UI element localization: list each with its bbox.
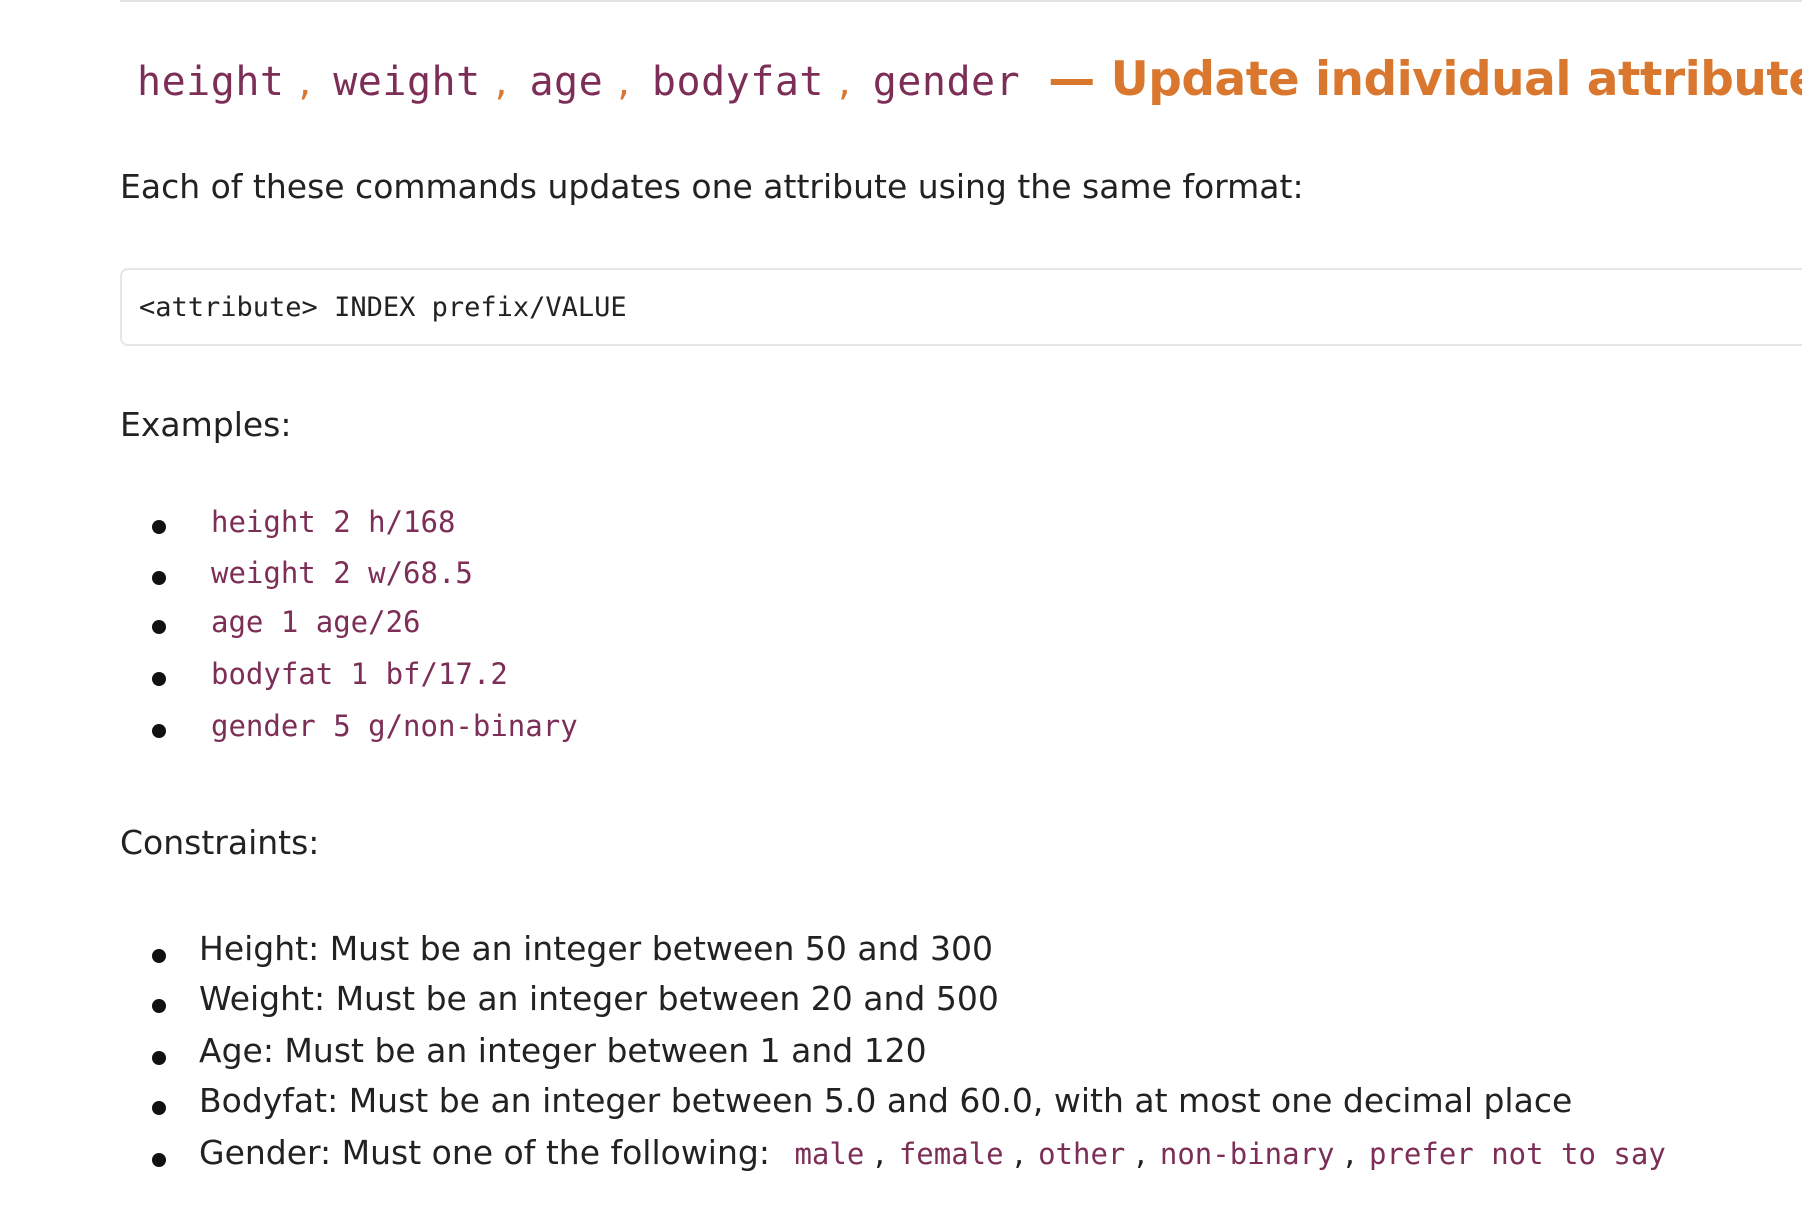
format-code-block: <attribute> INDEX prefix/VALUE	[120, 268, 1802, 346]
heading-command-weight: weight	[333, 59, 481, 105]
intro-paragraph: Each of these commands updates one attri…	[120, 167, 1304, 206]
gender-option: prefer not to say	[1369, 1137, 1666, 1171]
examples-label: Examples:	[120, 405, 292, 444]
bullet-icon	[152, 571, 166, 585]
bullet-icon	[152, 724, 166, 738]
bullet-icon	[152, 620, 166, 634]
example-code: gender 5 g/non-binary	[211, 709, 578, 743]
bullet-icon	[152, 999, 166, 1013]
bullet-icon	[152, 949, 166, 963]
gender-option: other	[1038, 1137, 1126, 1171]
heading-separator: ,	[494, 59, 508, 105]
section-heading: height , weight , age , bodyfat , gender…	[137, 52, 1802, 107]
heading-command-bodyfat: bodyfat	[651, 59, 824, 105]
heading-command-height: height	[137, 59, 285, 105]
gender-option: male	[794, 1137, 865, 1171]
heading-command-age: age	[529, 59, 604, 105]
constraint-height: Height: Must be an integer between 50 an…	[199, 929, 993, 968]
gender-options: male, female, other, non-binary, prefer not …	[794, 1133, 1665, 1172]
example-code: weight 2 w/68.5	[211, 556, 473, 590]
option-separator: ,	[1344, 1133, 1356, 1172]
heading-separator: ,	[298, 59, 312, 105]
example-code: height 2 h/168	[211, 505, 456, 539]
top-divider	[120, 0, 1802, 2]
constraint-weight: Weight: Must be an integer between 20 an…	[199, 979, 999, 1018]
constraint-gender-text: Gender: Must one of the following:	[199, 1133, 770, 1172]
format-code: <attribute> INDEX prefix/VALUE	[139, 292, 627, 323]
heading-separator: ,	[837, 59, 851, 105]
bullet-icon	[152, 520, 166, 534]
example-code: bodyfat 1 bf/17.2	[211, 657, 508, 691]
heading-command-gender: gender	[872, 59, 1021, 105]
gender-option: non-binary	[1159, 1137, 1335, 1171]
bullet-icon	[152, 1153, 166, 1167]
constraints-label: Constraints:	[120, 823, 320, 862]
constraint-bodyfat: Bodyfat: Must be an integer between 5.0 …	[199, 1081, 1573, 1120]
heading-title: — Update individual attributes	[1048, 52, 1802, 107]
bullet-icon	[152, 1101, 166, 1115]
constraint-gender: Gender: Must one of the following: male,…	[199, 1133, 1666, 1172]
example-code: age 1 age/26	[211, 605, 421, 639]
gender-option: female	[898, 1137, 1004, 1171]
heading-separator: ,	[617, 59, 630, 105]
option-separator: ,	[1135, 1133, 1146, 1172]
option-separator: ,	[1013, 1133, 1025, 1172]
bullet-icon	[152, 1051, 166, 1065]
option-separator: ,	[874, 1133, 885, 1172]
constraint-age: Age: Must be an integer between 1 and 12…	[199, 1031, 927, 1070]
bullet-icon	[152, 672, 166, 686]
